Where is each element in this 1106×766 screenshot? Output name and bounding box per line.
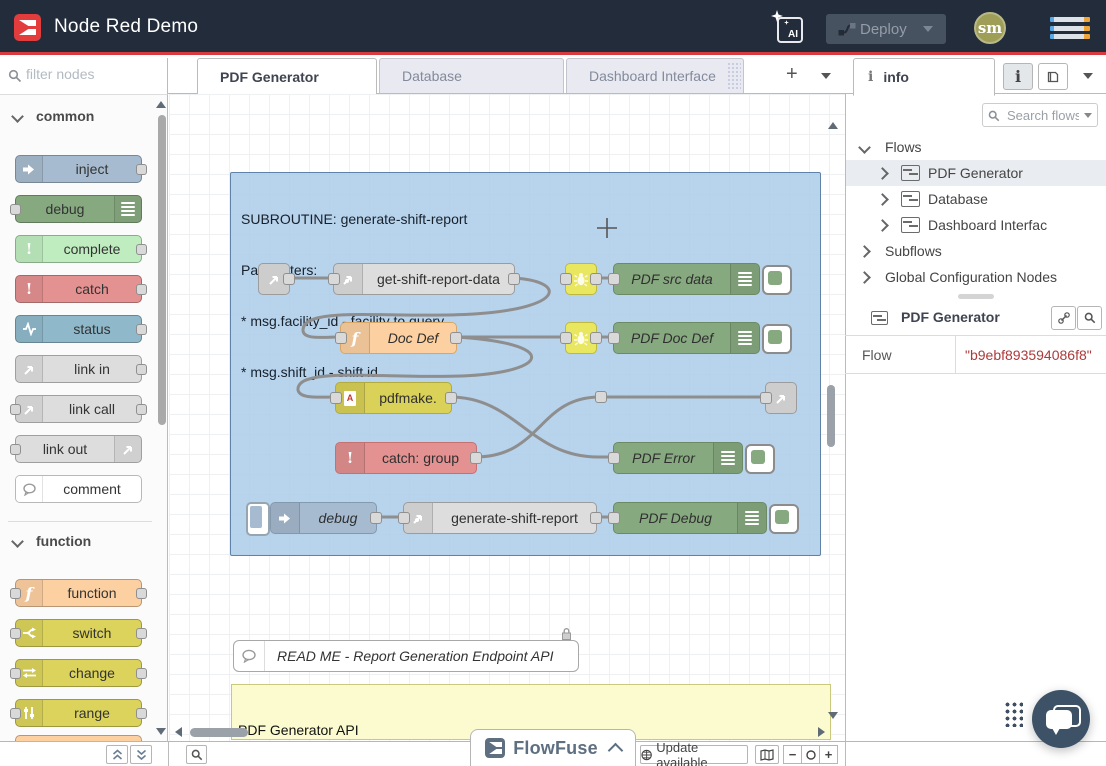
flowfuse-logo-icon bbox=[485, 738, 505, 758]
flow-node-link-out[interactable] bbox=[765, 382, 797, 414]
port[interactable] bbox=[590, 273, 602, 285]
canvas-scroll-up-icon[interactable] bbox=[828, 122, 838, 129]
chat-bubble-tail bbox=[1052, 728, 1060, 735]
debug-toggle-button[interactable] bbox=[762, 324, 792, 354]
port[interactable] bbox=[608, 512, 620, 524]
port[interactable] bbox=[560, 332, 572, 344]
list-icon bbox=[730, 264, 759, 294]
canvas-hscrollbar[interactable] bbox=[190, 728, 248, 737]
list-icon bbox=[730, 323, 759, 353]
canvas-scroll-right-icon[interactable] bbox=[818, 727, 825, 737]
port[interactable] bbox=[608, 273, 620, 285]
port[interactable] bbox=[560, 273, 572, 285]
flow-node-doc-def[interactable]: f Doc Def bbox=[340, 322, 457, 354]
node-red-app: Node Red Demo AI Deploy sm common bbox=[0, 0, 1106, 766]
flow-node-get-shift-report-data[interactable]: get-shift-report-data bbox=[333, 263, 515, 295]
flow-node-comment-readme[interactable]: READ ME - Report Generation Endpoint API bbox=[233, 640, 579, 672]
lock-icon bbox=[560, 627, 573, 641]
port[interactable] bbox=[590, 512, 602, 524]
port[interactable] bbox=[328, 273, 340, 285]
comment-bubble-icon bbox=[234, 641, 265, 671]
canvas-vscrollbar[interactable] bbox=[827, 385, 835, 447]
inject-arrow-icon bbox=[271, 503, 300, 533]
port[interactable] bbox=[470, 452, 482, 464]
flow-node-pdfmake[interactable]: A pdfmake. bbox=[335, 382, 452, 414]
flow-node-catch-group[interactable]: ! catch: group bbox=[335, 442, 477, 474]
flowfuse-label: FlowFuse bbox=[513, 738, 598, 759]
flow-node-debug-bug-2[interactable] bbox=[565, 322, 597, 354]
flow-node-inject-debug[interactable]: debug bbox=[270, 502, 377, 534]
port[interactable] bbox=[450, 332, 462, 344]
bug-icon bbox=[573, 271, 589, 287]
port[interactable] bbox=[608, 452, 620, 464]
port[interactable] bbox=[445, 392, 457, 404]
exclamation-icon: ! bbox=[336, 443, 365, 473]
chevron-up-icon bbox=[608, 742, 624, 758]
flow-node-pdf-debug[interactable]: PDF Debug bbox=[613, 502, 767, 534]
flowfuse-panel-button[interactable]: FlowFuse bbox=[470, 729, 636, 766]
flow-node-debug-bug-1[interactable] bbox=[565, 263, 597, 295]
canvas-scroll-left-icon[interactable] bbox=[175, 727, 182, 737]
junction-port[interactable] bbox=[595, 391, 607, 403]
port[interactable] bbox=[335, 332, 347, 344]
port[interactable] bbox=[760, 392, 772, 404]
flow-node-generate-shift-report[interactable]: generate-shift-report bbox=[403, 502, 597, 534]
port[interactable] bbox=[590, 332, 602, 344]
flow-node-pdf-doc-def[interactable]: PDF Doc Def bbox=[613, 322, 760, 354]
port[interactable] bbox=[608, 332, 620, 344]
port[interactable] bbox=[283, 273, 295, 285]
port[interactable] bbox=[330, 392, 342, 404]
port[interactable] bbox=[508, 273, 520, 285]
list-icon bbox=[713, 443, 742, 473]
port[interactable] bbox=[398, 512, 410, 524]
debug-toggle-button[interactable] bbox=[762, 265, 792, 295]
canvas-scroll-down-icon[interactable] bbox=[828, 712, 838, 719]
flow-node-pdf-error[interactable]: PDF Error bbox=[613, 442, 743, 474]
flow-node-pdf-src-data[interactable]: PDF src data bbox=[613, 263, 760, 295]
port[interactable] bbox=[370, 512, 382, 524]
bug-icon bbox=[573, 330, 589, 346]
debug-toggle-button[interactable] bbox=[769, 504, 799, 534]
inject-button[interactable] bbox=[246, 502, 270, 536]
list-icon bbox=[737, 503, 766, 533]
chat-bubble-icon bbox=[1046, 710, 1072, 729]
chat-widget-button[interactable] bbox=[1032, 690, 1090, 748]
debug-toggle-button[interactable] bbox=[745, 444, 775, 474]
flow-node-link-in[interactable] bbox=[258, 263, 290, 295]
